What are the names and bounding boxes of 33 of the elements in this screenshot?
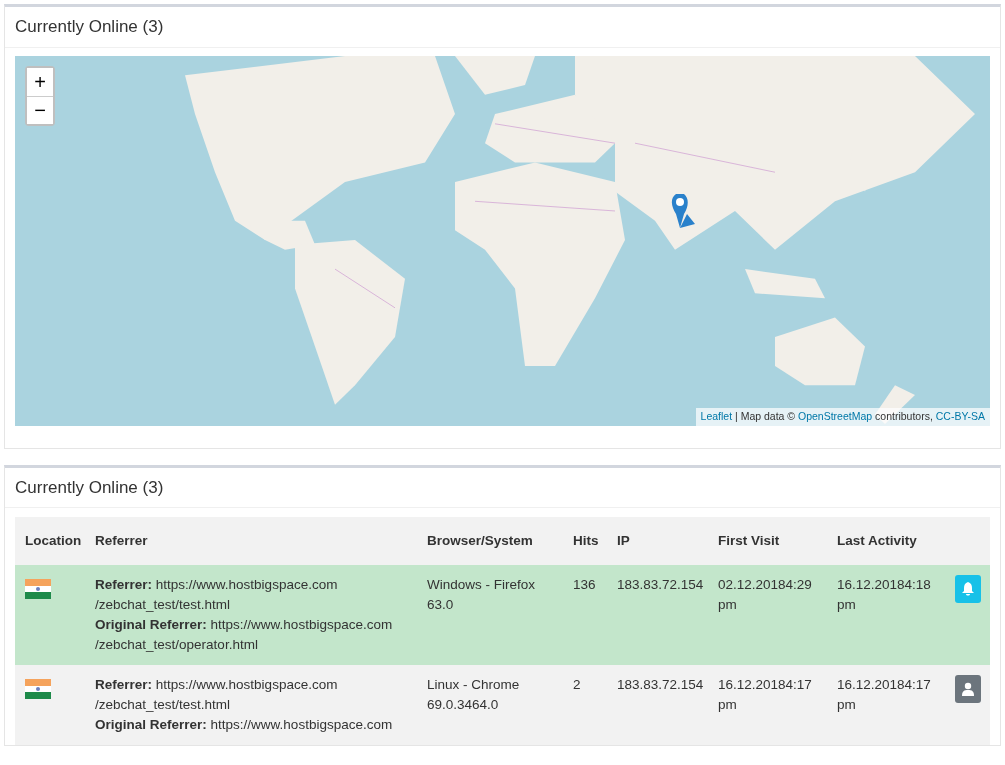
referrer-text: Original Referrer: https://www.hostbigspace.com <box>95 716 394 735</box>
attribution-text: contributors, <box>874 409 934 422</box>
table-cell: 16.12.20184:17 pm <box>718 677 812 713</box>
column-header: IP <box>607 517 708 566</box>
table-cell: 183.83.72.154 <box>617 577 704 593</box>
table-cell: 136 <box>573 577 596 593</box>
attribution-link[interactable]: OpenStreetMap <box>798 409 873 422</box>
user-button[interactable] <box>955 675 981 704</box>
column-header: Location <box>15 517 85 566</box>
referrer-text: Original Referrer: https://www.hostbigspace.com/zebchat_test/operator.html <box>95 616 394 655</box>
table-cell: 16.12.20184:18 pm <box>837 577 931 613</box>
column-header: Browser/System <box>417 517 563 566</box>
flag-icon <box>25 579 51 600</box>
attribution-link[interactable]: CC-BY-SA <box>935 409 985 422</box>
table-cell: Linux - Chrome 69.0.3464.0 <box>427 677 520 713</box>
column-header: First Visit <box>708 517 827 566</box>
user-icon <box>962 682 974 697</box>
flag-icon <box>25 679 51 700</box>
table-cell: 02.12.20184:29 pm <box>718 577 812 613</box>
notify-button[interactable] <box>955 575 981 604</box>
table-cell: 16.12.20184:17 pm <box>837 677 931 713</box>
column-header: Last Activity <box>827 517 945 566</box>
zoom-out-button[interactable]: − <box>27 95 53 124</box>
table-cell: 183.83.72.154 <box>617 677 704 693</box>
attribution-link[interactable]: Leaflet <box>700 409 733 422</box>
table-cell: Windows - Firefox 63.0 <box>427 577 536 613</box>
table-cell: 2 <box>573 677 581 693</box>
column-header: Referrer <box>85 517 417 566</box>
panel-title: Currently Online (3) <box>5 7 1000 48</box>
bell-icon <box>962 582 974 597</box>
panel-title: Currently Online (3) <box>5 467 1000 508</box>
column-header: Hits <box>563 517 607 566</box>
attribution-text: | Map data © <box>734 409 797 422</box>
